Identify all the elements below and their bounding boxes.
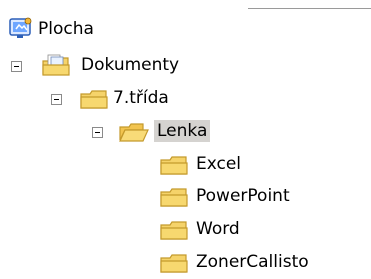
tree-node-7-trida[interactable]: 7.třída xyxy=(0,85,230,115)
tree-node-label[interactable]: Lenka xyxy=(154,120,211,142)
tree-node-label[interactable]: ZonerCallisto xyxy=(193,251,312,273)
folder-icon xyxy=(160,156,188,175)
folder-tree: Plocha Dokumenty 7.třída Lenka Excel Pow… xyxy=(0,0,371,279)
collapse-icon[interactable] xyxy=(11,61,22,72)
folder-icon xyxy=(160,221,188,240)
tree-node-excel[interactable]: Excel xyxy=(0,151,270,181)
open-folder-icon xyxy=(119,123,149,142)
tree-node-dokumenty[interactable]: Dokumenty xyxy=(0,52,230,82)
documents-folder-icon xyxy=(42,54,70,76)
tree-node-label[interactable]: Word xyxy=(193,218,243,240)
tree-node-word[interactable]: Word xyxy=(0,216,270,246)
divider-line xyxy=(248,8,371,9)
tree-node-label[interactable]: PowerPoint xyxy=(193,185,293,207)
tree-node-label[interactable]: Dokumenty xyxy=(78,54,182,76)
collapse-icon[interactable] xyxy=(51,94,62,105)
collapse-icon[interactable] xyxy=(92,127,103,138)
tree-node-label[interactable]: Excel xyxy=(193,153,244,175)
tree-node-label[interactable]: Plocha xyxy=(35,18,97,40)
tree-node-plocha[interactable]: Plocha xyxy=(0,15,200,45)
desktop-icon xyxy=(9,17,32,38)
folder-icon xyxy=(160,188,188,207)
tree-node-powerpoint[interactable]: PowerPoint xyxy=(0,183,330,213)
tree-node-label[interactable]: 7.třída xyxy=(110,87,172,109)
tree-node-zonercallisto[interactable]: ZonerCallisto xyxy=(0,249,371,279)
tree-node-lenka[interactable]: Lenka xyxy=(0,118,250,148)
folder-icon xyxy=(80,90,108,109)
folder-icon xyxy=(160,254,188,273)
